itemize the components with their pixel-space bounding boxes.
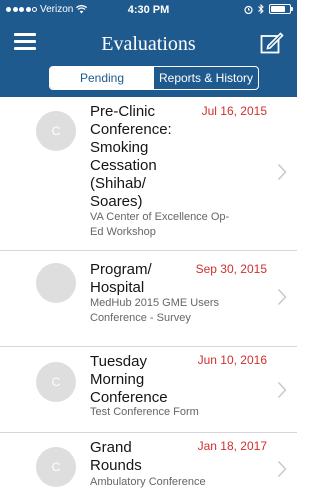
evaluation-subtitle: Test Conference Form	[90, 406, 199, 418]
avatar: C	[36, 111, 76, 151]
chevron-right-icon	[277, 288, 287, 306]
avatar: C	[36, 362, 76, 402]
evaluation-subtitle: VA Center of Excellence Op- Ed Workshop	[90, 211, 230, 238]
tab-pending[interactable]: Pending	[50, 67, 154, 89]
due-date: Jul 16, 2015	[201, 104, 267, 118]
due-date: Sep 30, 2015	[195, 262, 267, 276]
evaluation-title: Program/ Hospital	[90, 261, 152, 296]
chevron-right-icon	[277, 460, 287, 478]
chevron-right-icon	[277, 163, 287, 181]
avatar	[36, 263, 76, 303]
list-item[interactable]: C Tuesday Morning Conference Jun 10, 201…	[0, 347, 297, 433]
battery-icon	[269, 4, 293, 14]
alarm-icon	[244, 5, 253, 14]
bluetooth-icon	[258, 4, 264, 14]
header: Verizon 4:30 PM Evaluations Pending Repo…	[0, 0, 297, 97]
compose-icon[interactable]	[260, 32, 284, 54]
due-date: Jun 10, 2016	[197, 353, 267, 367]
segmented-control: Pending Reports & History	[49, 66, 259, 90]
list-item[interactable]: C Pre-Clinic Conference: Smoking Cessati…	[0, 97, 297, 251]
avatar: C	[36, 447, 76, 487]
due-date: Jan 18, 2017	[197, 439, 267, 453]
status-bar: Verizon 4:30 PM	[0, 0, 297, 20]
chevron-right-icon	[277, 381, 287, 399]
evaluation-subtitle: Ambulatory Conference	[90, 476, 206, 488]
page-title: Evaluations	[101, 33, 196, 55]
evaluation-title: Grand Rounds	[90, 439, 142, 474]
list-item[interactable]: C Grand Rounds Jan 18, 2017 Ambulatory C…	[0, 433, 297, 500]
status-right	[244, 4, 293, 14]
evaluation-title: Pre-Clinic Conference: Smoking Cessation…	[90, 103, 172, 210]
evaluation-title: Tuesday Morning Conference	[90, 353, 168, 406]
nav-bar: Evaluations	[0, 26, 297, 62]
tab-reports-history[interactable]: Reports & History	[154, 67, 258, 89]
list-item[interactable]: Program/ Hospital Sep 30, 2015 MedHub 20…	[0, 251, 297, 347]
evaluation-subtitle: MedHub 2015 GME Users Conference - Surve…	[90, 297, 219, 324]
